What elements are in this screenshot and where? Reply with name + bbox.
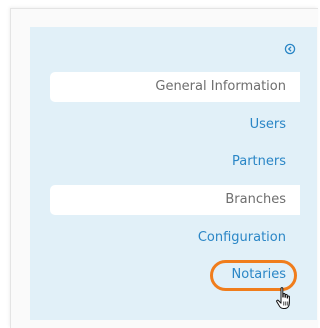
sidebar-item-general-information[interactable]: General Information	[50, 72, 300, 102]
sidebar-item-configuration[interactable]: Configuration	[50, 223, 300, 253]
hand-pointer-icon	[276, 287, 290, 309]
sidebar-item-branches[interactable]: Branches	[50, 185, 300, 215]
sidebar-item-users[interactable]: Users	[50, 110, 300, 140]
sidebar-item-partners[interactable]: Partners	[50, 147, 300, 177]
chevron-left-circle-icon[interactable]	[284, 43, 296, 55]
